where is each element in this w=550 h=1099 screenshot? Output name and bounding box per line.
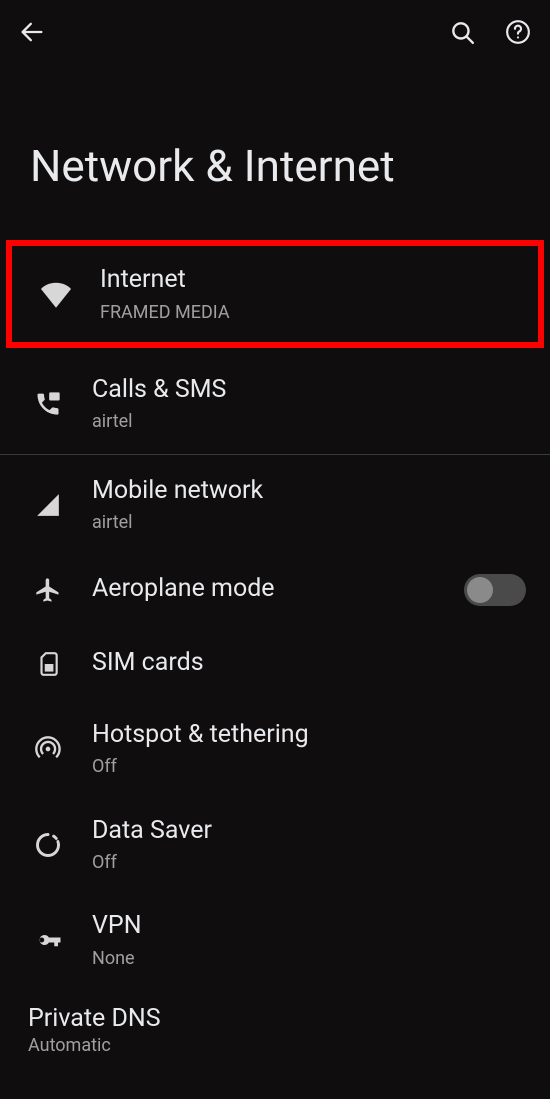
calls-sms-icon — [32, 388, 64, 420]
item-sub: airtel — [92, 511, 526, 534]
aeroplane-switch[interactable] — [464, 574, 526, 606]
item-data-saver[interactable]: Data Saver Off — [0, 797, 550, 893]
item-sub: FRAMED MEDIA — [100, 301, 514, 324]
item-title: Internet — [100, 264, 514, 297]
item-sub: Automatic — [28, 1035, 550, 1056]
back-button[interactable] — [18, 18, 46, 46]
data-saver-icon — [32, 829, 64, 861]
item-sub: Off — [92, 755, 526, 778]
item-internet[interactable]: Internet FRAMED MEDIA — [12, 246, 538, 342]
item-title: Aeroplane mode — [92, 573, 464, 606]
highlight-internet: Internet FRAMED MEDIA — [6, 240, 544, 348]
wifi-icon — [40, 278, 72, 310]
item-aeroplane-mode[interactable]: Aeroplane mode — [0, 553, 550, 627]
item-calls-sms[interactable]: Calls & SMS airtel — [0, 356, 550, 452]
item-title: Hotspot & tethering — [92, 719, 526, 752]
item-sub: airtel — [92, 410, 526, 433]
item-mobile-network[interactable]: Mobile network airtel — [0, 457, 550, 553]
hotspot-icon — [32, 733, 64, 765]
search-button[interactable] — [448, 18, 476, 46]
item-title: Mobile network — [92, 475, 526, 508]
item-private-dns[interactable]: Private DNS Automatic — [0, 988, 550, 1072]
item-title: SIM cards — [92, 647, 526, 680]
item-hotspot[interactable]: Hotspot & tethering Off — [0, 701, 550, 797]
item-vpn[interactable]: VPN None — [0, 892, 550, 988]
item-title: Data Saver — [92, 815, 526, 848]
help-icon — [505, 19, 531, 45]
vpn-key-icon — [32, 924, 64, 956]
item-title: Private DNS — [28, 1004, 550, 1033]
airplane-icon — [32, 574, 64, 606]
item-title: Calls & SMS — [92, 374, 526, 407]
item-title: VPN — [92, 910, 526, 943]
top-app-bar — [0, 0, 550, 64]
signal-icon — [32, 489, 64, 521]
arrow-back-icon — [18, 18, 46, 46]
item-sub: None — [92, 947, 526, 970]
search-icon — [449, 19, 475, 45]
item-sub: Off — [92, 851, 526, 874]
divider — [0, 454, 550, 455]
switch-thumb — [467, 577, 493, 603]
help-button[interactable] — [504, 18, 532, 46]
page-title: Network & Internet — [0, 64, 550, 240]
item-sim-cards[interactable]: SIM cards — [0, 627, 550, 701]
sim-icon — [32, 648, 64, 680]
